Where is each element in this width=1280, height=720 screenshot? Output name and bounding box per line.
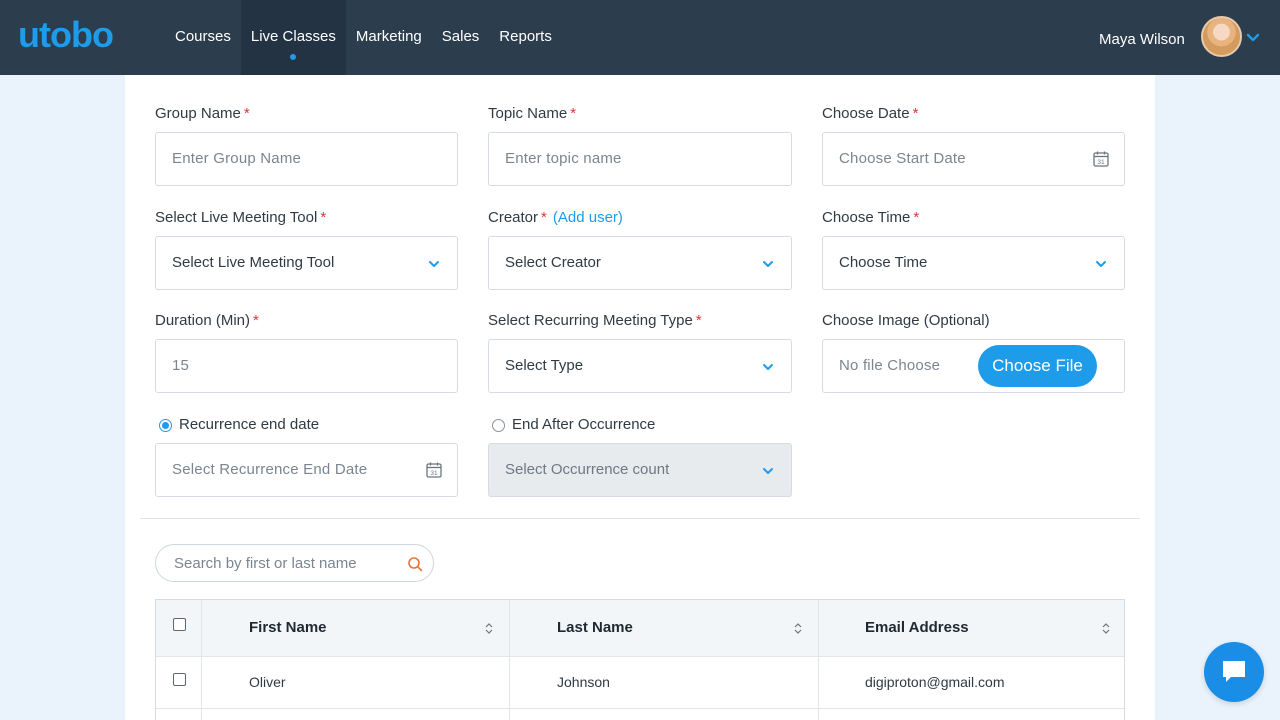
required-marker: * [541,209,547,226]
creator-value: Select Creator [505,254,601,271]
calendar-icon[interactable]: 31 [425,461,443,479]
required-marker: * [253,312,259,329]
nav-item-label: Sales [441,28,480,45]
meeting-tool-value: Select Live Meeting Tool [172,254,335,271]
column-header-email[interactable]: Email Address [865,619,969,636]
duration-value: 15 [172,357,190,374]
cell-email: digiproton@gmail.com [865,674,1005,690]
choose-time-label: Choose Time * [822,209,920,226]
topic-name-label: Topic Name * [488,105,577,122]
group-name-placeholder: Enter Group Name [172,150,302,167]
choose-time-value: Choose Time [839,254,928,271]
row-checkbox[interactable] [173,673,186,686]
top-navbar: utobo Courses Live Classes Marketing Sal… [0,0,1280,75]
section-divider [140,518,1140,519]
recurrence-end-radio[interactable] [159,419,172,432]
svg-text:31: 31 [1097,159,1105,166]
chevron-down-icon [763,261,773,267]
chat-icon [1223,661,1245,682]
select-all-checkbox[interactable] [173,618,186,631]
column-header-first-name[interactable]: First Name [249,619,327,636]
column-divider [509,600,510,720]
recurrence-end-placeholder: Select Recurrence End Date [172,461,368,478]
choose-file-button[interactable]: Choose File [978,345,1097,387]
nav-item-label: Reports [499,28,552,45]
image-file-input: No file Choose Choose File [822,339,1125,393]
main-nav: Courses Live Classes Marketing Sales Rep… [165,0,562,75]
cell-last-name: Johnson [557,674,610,690]
column-divider [818,600,819,720]
required-marker: * [912,105,919,122]
required-marker: * [243,105,250,122]
chat-widget-button[interactable] [1204,642,1264,702]
avatar[interactable] [1201,16,1242,57]
occurrence-count-value: Select Occurrence count [505,461,670,478]
creator-select[interactable]: Select Creator [488,236,792,290]
end-after-occurrence-radio[interactable] [492,419,505,432]
add-user-link[interactable]: (Add user) [553,209,623,226]
logo[interactable]: utobo [18,14,114,56]
meeting-tool-label: Select Live Meeting Tool * [155,209,327,226]
group-name-label: Group Name * [155,105,250,122]
meeting-tool-select[interactable]: Select Live Meeting Tool [155,236,458,290]
recurrence-end-label: Recurrence end date [179,416,320,433]
chevron-down-icon [1096,261,1106,267]
search-icon[interactable] [407,556,423,572]
table-row[interactable]: Oliver Johnson digiproton@gmail.com [156,657,1124,709]
table-header: First Name Last Name Email Address [156,600,1124,657]
cell-first-name: Oliver [249,674,286,690]
recurrence-end-date-input[interactable]: Select Recurrence End Date 31 [155,443,458,497]
required-marker: * [913,209,920,226]
sort-icon[interactable] [1102,622,1110,635]
nav-item-label: Courses [175,28,231,45]
nav-item-sales[interactable]: Sales [432,0,490,75]
nav-item-marketing[interactable]: Marketing [346,0,432,75]
nav-item-courses[interactable]: Courses [165,0,241,75]
user-name[interactable]: Maya Wilson [1099,31,1185,48]
column-header-last-name[interactable]: Last Name [557,619,633,636]
column-divider [201,600,202,720]
start-date-placeholder: Choose Start Date [839,150,966,167]
topic-name-input[interactable]: Enter topic name [488,132,792,186]
start-date-input[interactable]: Choose Start Date 31 [822,132,1125,186]
required-marker: * [695,312,702,329]
creator-label: Creator * (Add user) [488,209,623,226]
recurring-type-select[interactable]: Select Type [488,339,792,393]
recurring-type-value: Select Type [505,357,584,374]
required-marker: * [320,209,327,226]
group-name-input[interactable]: Enter Group Name [155,132,458,186]
svg-text:31: 31 [430,470,438,477]
occurrence-count-select[interactable]: Select Occurrence count [488,443,792,497]
chevron-down-icon[interactable] [1246,30,1260,44]
end-after-occurrence-label: End After Occurrence [512,416,656,433]
active-indicator [290,54,297,60]
duration-input[interactable]: 15 [155,339,458,393]
calendar-icon[interactable]: 31 [1092,150,1110,168]
nav-item-live-classes[interactable]: Live Classes [240,0,346,75]
image-label: Choose Image (Optional) [822,312,990,329]
chevron-down-icon [429,261,439,267]
duration-label: Duration (Min) * [155,312,259,329]
search-placeholder: Search by first or last name [174,555,357,572]
required-marker: * [570,105,577,122]
choose-time-select[interactable]: Choose Time [822,236,1125,290]
search-input[interactable]: Search by first or last name [155,544,434,582]
nav-item-label: Marketing [355,28,422,45]
users-table: First Name Last Name Email Address Olive… [155,599,1125,720]
sort-icon[interactable] [485,622,493,635]
file-status: No file Choose [839,357,941,374]
nav-item-label: Live Classes [250,28,336,45]
nav-item-reports[interactable]: Reports [489,0,562,75]
chevron-down-icon [763,468,773,474]
choose-date-label: Choose Date * [822,105,919,122]
sort-icon[interactable] [794,622,802,635]
recurring-type-label: Select Recurring Meeting Type * [488,312,702,329]
chevron-down-icon [763,364,773,370]
topic-name-placeholder: Enter topic name [505,150,622,167]
